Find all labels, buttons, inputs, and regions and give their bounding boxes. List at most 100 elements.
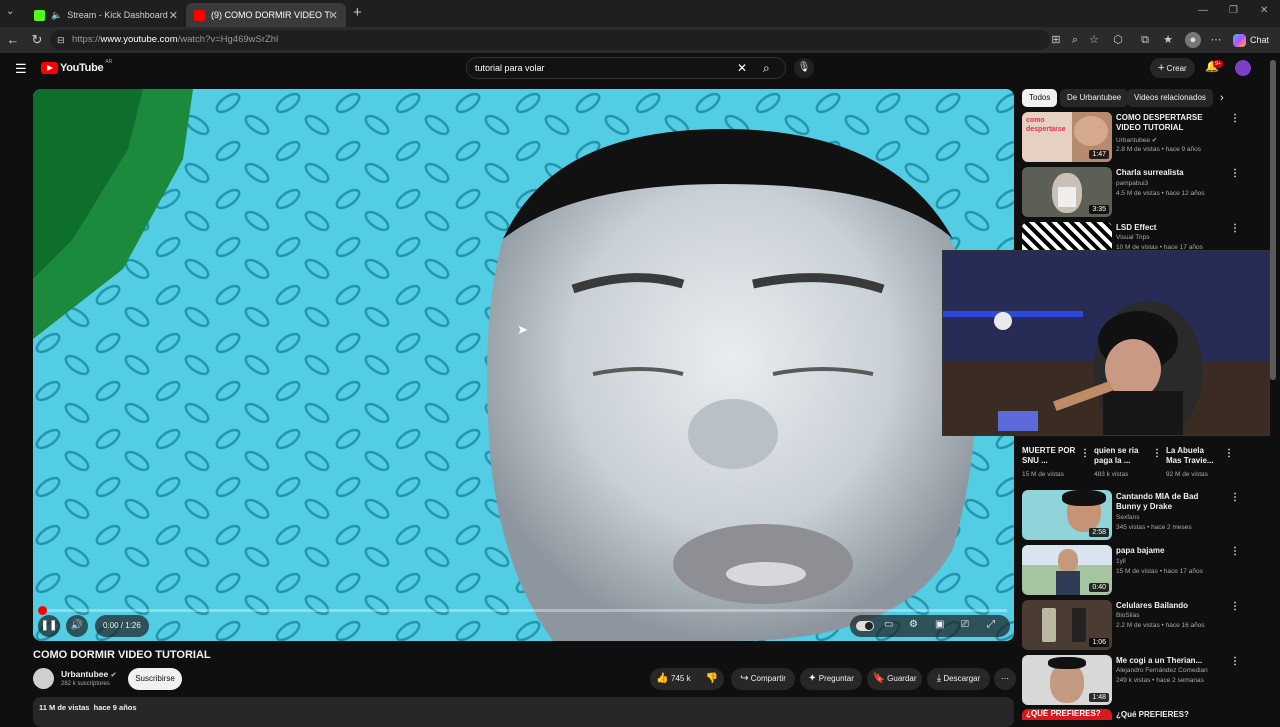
video-menu-icon[interactable]: ⋮ <box>1230 113 1240 124</box>
subscribe-button[interactable]: Suscribirse <box>128 668 182 690</box>
like-dislike-group: 👍 745 k 👎 <box>650 668 724 690</box>
close-tab-icon[interactable]: ✕ <box>329 9 338 22</box>
video-meta: 345 vistas • hace 2 meses <box>1116 524 1192 531</box>
address-toolbar: ← ↻ ⊟ https://www.youtube.com/watch?v=Hg… <box>0 27 1280 53</box>
pause-button[interactable]: ❚❚ <box>38 615 60 637</box>
video-menu-icon[interactable]: ⋮ <box>1230 168 1240 179</box>
search-icon[interactable]: ⌕ <box>763 58 770 78</box>
video-title[interactable]: papa bajame <box>1116 546 1221 556</box>
menu-icon[interactable]: ☰ <box>15 61 27 77</box>
duration-badge: 0:40 <box>1089 583 1109 592</box>
clear-search-icon[interactable]: ✕ <box>737 58 747 78</box>
new-tab-icon[interactable]: + <box>353 4 362 21</box>
short-menu-icon[interactable]: ⋮ <box>1080 448 1090 459</box>
short-title[interactable]: quien se ria paga la ... <box>1094 446 1144 466</box>
video-thumbnail[interactable]: 3:35 <box>1022 167 1112 217</box>
chip-videos-relacionados[interactable]: Videos relacionados <box>1127 89 1213 107</box>
channel-avatar[interactable] <box>33 668 54 689</box>
apps-icon[interactable]: ⊞ <box>1048 32 1064 48</box>
channel-name[interactable]: Urbantubee ✔ <box>61 669 116 679</box>
close-tab-icon[interactable]: ✕ <box>169 9 178 22</box>
video-menu-icon[interactable]: ⋮ <box>1230 492 1240 503</box>
extensions-icon[interactable]: ⬡ <box>1110 32 1126 48</box>
cast-icon[interactable]: ⎚ <box>961 619 969 630</box>
description-box[interactable]: 11 M de vistas hace 9 años <box>33 697 1014 727</box>
webcam-frame <box>943 251 1269 435</box>
zoom-icon[interactable]: ⌕ <box>1067 32 1083 48</box>
video-thumbnail[interactable]: ¿QUÉ PREFIERES? <box>1022 709 1112 720</box>
copilot-icon <box>1233 33 1246 47</box>
url-field[interactable]: ⊟ https://www.youtube.com/watch?v=Hg469w… <box>50 30 1050 50</box>
subtitles-icon[interactable]: ▭ <box>884 619 893 630</box>
share-button[interactable]: ↪ Compartir <box>731 668 795 690</box>
short-menu-icon[interactable]: ⋮ <box>1152 448 1162 459</box>
tab-youtube[interactable]: (9) COMO DORMIR VIDEO TUTORIAL ✕ <box>186 3 346 27</box>
dislike-button[interactable]: 👎 <box>702 668 722 690</box>
video-menu-icon[interactable]: ⋮ <box>1230 546 1240 557</box>
refresh-icon[interactable]: ↻ <box>29 32 45 48</box>
minimize-icon[interactable]: — <box>1198 5 1208 16</box>
scrollbar[interactable] <box>1270 60 1276 380</box>
short-title[interactable]: La Abuela Mas Travie... <box>1166 446 1221 466</box>
profile-avatar-icon[interactable]: ● <box>1185 32 1201 48</box>
video-thumbnail[interactable]: 0:40 <box>1022 545 1112 595</box>
voice-search-icon[interactable]: 🎙 <box>794 58 814 78</box>
settings-icon[interactable]: ⚙ <box>909 619 918 630</box>
video-player[interactable]: ❚❚ 🔊 0:00 / 1:26 ▭ ⚙ ▣ ⎚ ⤢ <box>33 89 1014 641</box>
duration-badge: 2:58 <box>1089 528 1109 537</box>
chip-todos[interactable]: Todos <box>1022 89 1058 107</box>
create-button[interactable]: + Crear <box>1150 58 1195 78</box>
copilot-chat-button[interactable]: Chat <box>1233 32 1269 48</box>
like-button[interactable]: 👍 745 k <box>650 668 698 690</box>
channel-name-text: Urbantubee <box>61 669 109 679</box>
chip-de-urbantubee[interactable]: De Urbantubee <box>1060 89 1129 107</box>
save-button[interactable]: 🔖 Guardar <box>867 668 922 690</box>
autoplay-toggle[interactable] <box>856 621 874 631</box>
miniplayer-icon[interactable]: ▣ <box>935 619 944 630</box>
tab-list-chevron-icon[interactable]: ⌄ <box>6 6 14 17</box>
fullscreen-icon[interactable]: ⤢ <box>987 619 995 630</box>
video-thumbnail[interactable]: 1:48 <box>1022 655 1112 705</box>
video-thumbnail[interactable]: como despertarse 1:47 <box>1022 112 1112 162</box>
video-menu-icon[interactable]: ⋮ <box>1230 223 1240 234</box>
short-title[interactable]: MUERTE POR SNU ... <box>1022 446 1077 466</box>
tab-title: (9) COMO DORMIR VIDEO TUTORIAL <box>211 10 331 20</box>
video-title[interactable]: LSD Effect <box>1116 223 1221 233</box>
favorite-star-icon[interactable]: ☆ <box>1086 32 1102 48</box>
video-meta: 2.2 M de vistas • hace 16 años <box>1116 622 1205 629</box>
volume-button[interactable]: 🔊 <box>66 615 88 637</box>
download-button[interactable]: ⤓ Descargar <box>927 668 990 690</box>
site-info-icon[interactable]: ⊟ <box>57 30 65 50</box>
video-menu-icon[interactable]: ⋮ <box>1230 601 1240 612</box>
video-title[interactable]: ¿Qué PREFIERES? <box>1116 710 1221 720</box>
video-title[interactable]: Charla surrealista <box>1116 168 1221 178</box>
youtube-logo[interactable]: YouTube AR <box>41 59 112 74</box>
more-actions-button[interactable]: ⋯ <box>994 668 1016 690</box>
back-icon[interactable]: ← <box>5 32 21 48</box>
scrubber-handle[interactable] <box>38 606 47 615</box>
create-label: Crear <box>1166 64 1187 73</box>
chip-next-icon[interactable]: › <box>1220 92 1224 104</box>
plus-icon: + <box>1158 62 1165 74</box>
restore-icon[interactable]: ❐ <box>1229 5 1238 16</box>
account-avatar[interactable] <box>1235 60 1251 76</box>
progress-bar[interactable] <box>38 606 1007 615</box>
ask-button[interactable]: ✦ Preguntar <box>800 668 862 690</box>
video-thumbnail[interactable]: 1:06 <box>1022 600 1112 650</box>
split-screen-icon[interactable]: ⧉ <box>1137 32 1153 48</box>
tab-kick-dashboard[interactable]: 🔈 Stream - Kick Dashboard ✕ <box>26 3 186 27</box>
thumbnail-text: como despertarse <box>1026 117 1066 133</box>
search-input[interactable]: tutorial para volar ✕ ⌕ <box>466 57 786 79</box>
short-menu-icon[interactable]: ⋮ <box>1224 448 1234 459</box>
video-title[interactable]: Me cogi a un Therian... <box>1116 656 1221 666</box>
speaker-mute-icon: 🔈 <box>51 9 63 20</box>
more-icon[interactable]: ⋯ <box>1208 32 1224 48</box>
video-menu-icon[interactable]: ⋮ <box>1230 656 1240 667</box>
video-title[interactable]: Cantando MIA de Bad Bunny y Drake <box>1116 492 1221 512</box>
video-thumbnail[interactable]: 2:58 <box>1022 490 1112 540</box>
video-channel: pampabui3 <box>1116 180 1149 187</box>
video-title[interactable]: Celulares Bailando <box>1116 601 1221 611</box>
favorites-icon[interactable]: ★ <box>1160 32 1176 48</box>
close-window-icon[interactable]: ✕ <box>1260 5 1268 16</box>
video-title[interactable]: COMO DESPERTARSE VIDEO TUTORIAL <box>1116 113 1221 133</box>
